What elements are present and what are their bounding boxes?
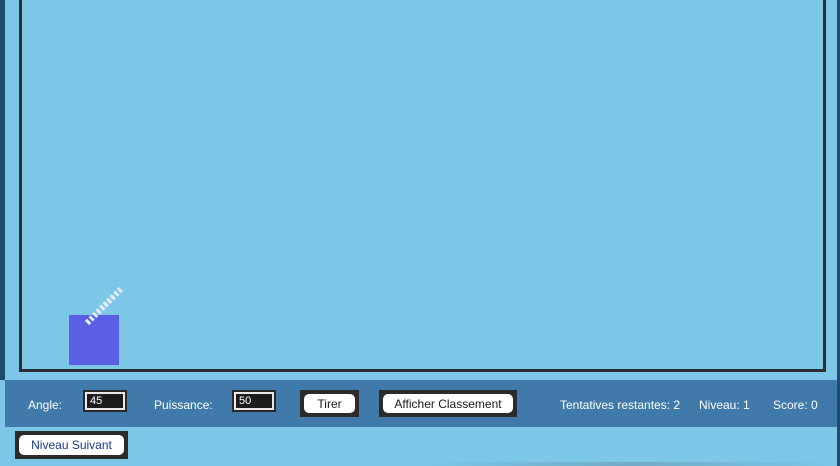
game-canvas[interactable]	[19, 0, 826, 372]
next-level-button-frame: Niveau Suivant	[15, 431, 128, 459]
attempts-remaining: Tentatives restantes: 2	[560, 398, 681, 412]
angle-input[interactable]	[83, 390, 127, 412]
level-indicator: Niveau: 1	[699, 398, 750, 412]
fire-button-frame: Tirer	[300, 390, 359, 417]
game-window: Angle: Puissance: Tirer Afficher Classem…	[0, 0, 840, 466]
power-label: Puissance:	[154, 398, 213, 412]
leaderboard-button-frame: Afficher Classement	[379, 390, 517, 417]
window-edge-left	[0, 0, 5, 380]
score-display: Score: 0	[773, 398, 818, 412]
control-panel: Angle: Puissance: Tirer Afficher Classem…	[5, 380, 837, 427]
next-level-button[interactable]: Niveau Suivant	[19, 435, 124, 455]
footer-text-fragment	[420, 462, 840, 466]
show-leaderboard-button[interactable]: Afficher Classement	[383, 394, 513, 413]
cannon-base	[69, 315, 119, 365]
angle-label: Angle:	[28, 398, 63, 412]
fire-button[interactable]: Tirer	[304, 394, 355, 413]
power-input[interactable]	[232, 390, 276, 412]
